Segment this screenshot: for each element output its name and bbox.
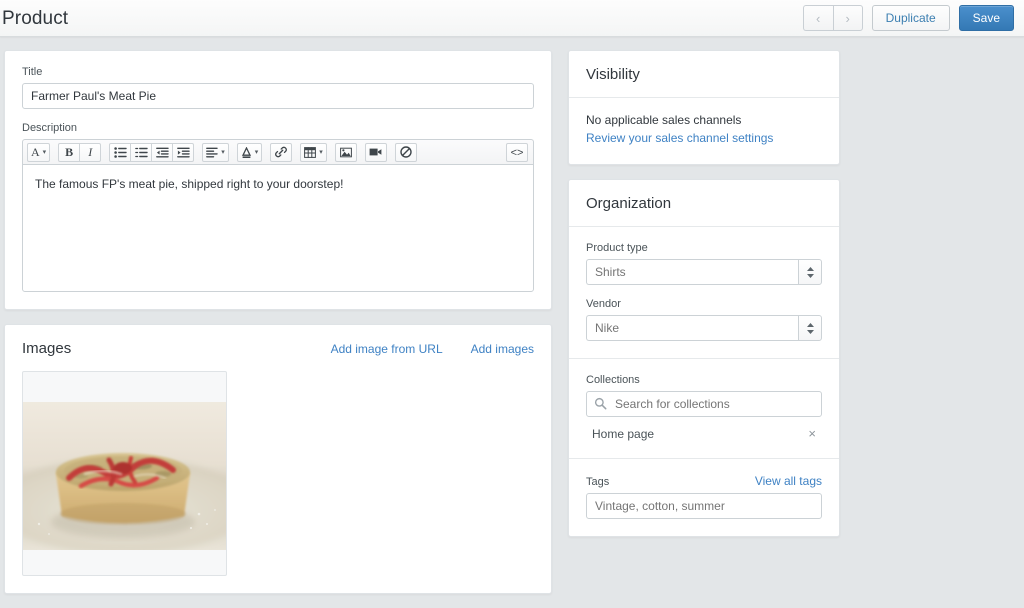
toolbar-group	[109, 142, 195, 162]
images-title: Images	[22, 340, 72, 357]
page-content: Title Description A▾ BI ▾ ▾ ▾ <> The famous …	[0, 37, 1024, 594]
product-type-input[interactable]	[586, 259, 798, 285]
outdent-icon[interactable]	[151, 142, 174, 162]
insert-video-icon[interactable]	[364, 142, 387, 162]
product-image	[23, 402, 226, 550]
vendor-select[interactable]	[586, 315, 822, 341]
toolbar-group	[334, 142, 357, 162]
description-text: The famous FP's meat pie, shipped right …	[35, 177, 344, 191]
toolbar-group: ▾	[300, 142, 327, 162]
toolbar-group: ▾	[202, 142, 229, 162]
vendor-stepper-icon[interactable]	[798, 315, 822, 341]
collection-item-label: Home page	[592, 426, 655, 441]
clear-formatting-icon[interactable]	[394, 142, 417, 162]
title-input[interactable]	[22, 83, 534, 109]
tags-input[interactable]	[586, 493, 822, 519]
page-title: Product	[2, 8, 69, 29]
visibility-status-text: No applicable sales channels	[586, 113, 742, 127]
collections-search[interactable]	[586, 391, 822, 417]
organization-title: Organization	[586, 195, 672, 212]
product-details-card: Title Description A▾ BI ▾ ▾ ▾ <> The famous …	[4, 50, 552, 310]
toolbar-group: A ▾	[27, 142, 51, 162]
toolbar-group	[270, 142, 293, 162]
chevron-down-icon: ▾	[319, 149, 323, 156]
images-grid	[5, 371, 551, 593]
organization-card: Organization Product type Vendor	[568, 179, 840, 537]
vendor-label: Vendor	[586, 298, 621, 310]
meat-pie-photo-icon	[23, 402, 226, 550]
previous-product-button[interactable]: ‹	[802, 5, 833, 31]
bulleted-list-icon[interactable]	[109, 142, 132, 162]
visibility-card: Visibility No applicable sales channels …	[568, 50, 840, 165]
product-type-select[interactable]	[586, 259, 822, 285]
view-all-tags-link[interactable]: View all tags	[755, 474, 822, 488]
chevron-updown-icon	[806, 266, 814, 278]
product-type-stepper-icon[interactable]	[798, 259, 822, 285]
collection-item: Home page ×	[586, 417, 822, 441]
numbered-list-icon[interactable]	[130, 142, 153, 162]
bold-icon[interactable]: B	[58, 142, 81, 162]
visibility-card-header: Visibility	[569, 51, 839, 98]
chevron-down-icon: ▾	[42, 149, 47, 156]
collections-label: Collections	[586, 374, 640, 386]
font-style-icon[interactable]: A ▾	[27, 142, 51, 162]
chevron-down-icon: ▾	[221, 149, 225, 156]
chevron-updown-icon	[806, 322, 814, 334]
table-icon[interactable]: ▾	[300, 142, 327, 162]
add-images-link[interactable]: Add images	[471, 342, 534, 356]
sidebar-column: Visibility No applicable sales channels …	[568, 50, 840, 551]
align-icon[interactable]: ▾	[202, 142, 229, 162]
tags-section: Tags View all tags	[569, 459, 839, 536]
remove-collection-icon[interactable]: ×	[808, 426, 816, 441]
visibility-card-body: No applicable sales channels Review your…	[569, 98, 839, 164]
toolbar-group	[394, 142, 417, 162]
toolbar-group: ▾	[236, 142, 263, 162]
rich-text-toolbar[interactable]: A ▾ B I ▾ ▾ ▾ <>	[22, 139, 534, 164]
tags-label: Tags	[586, 476, 610, 488]
tags-header: Tags View all tags	[586, 474, 822, 488]
vendor-input[interactable]	[586, 315, 798, 341]
organization-card-header: Organization	[569, 180, 839, 227]
insert-image-icon[interactable]	[334, 142, 357, 162]
italic-icon[interactable]: I	[79, 142, 102, 162]
images-card-header: Images Add image from URL Add images	[5, 325, 551, 371]
add-image-from-url-link[interactable]: Add image from URL	[331, 342, 443, 356]
description-label: Description	[22, 122, 78, 134]
collections-search-input[interactable]	[586, 391, 822, 417]
title-label: Title	[22, 66, 43, 78]
visibility-title: Visibility	[586, 66, 640, 83]
toolbar-group	[364, 142, 387, 162]
link-icon[interactable]	[270, 142, 293, 162]
organization-types-section: Product type Vendor	[569, 227, 839, 359]
product-type-label: Product type	[586, 242, 648, 254]
html-source-toggle-icon[interactable]: <>	[506, 143, 528, 162]
images-card: Images Add image from URL Add images	[4, 324, 552, 594]
product-image-thumbnail[interactable]	[22, 371, 227, 576]
collections-section: Collections Home page ×	[569, 359, 839, 459]
toolbar-group: BI	[58, 142, 102, 162]
duplicate-button[interactable]: Duplicate	[871, 5, 950, 31]
save-button[interactable]: Save	[958, 5, 1014, 31]
next-product-button[interactable]: ›	[832, 5, 863, 31]
text-color-icon[interactable]: ▾	[236, 142, 263, 162]
main-column: Title Description A▾ BI ▾ ▾ ▾ <> The famous …	[4, 50, 552, 608]
topbar-actions: ‹ › Duplicate Save	[802, 5, 1014, 31]
pagination-nav: ‹ ›	[802, 5, 863, 31]
description-editor[interactable]: The famous FP's meat pie, shipped right …	[22, 164, 534, 292]
top-bar: Product ‹ › Duplicate Save	[0, 0, 1024, 37]
review-sales-channel-settings-link[interactable]: Review your sales channel settings	[586, 131, 773, 145]
chevron-down-icon: ▾	[254, 149, 259, 156]
images-actions: Add image from URL Add images	[331, 342, 534, 356]
product-details-body: Title Description A▾ BI ▾ ▾ ▾ <> The famous …	[5, 51, 551, 309]
indent-icon[interactable]	[172, 142, 195, 162]
